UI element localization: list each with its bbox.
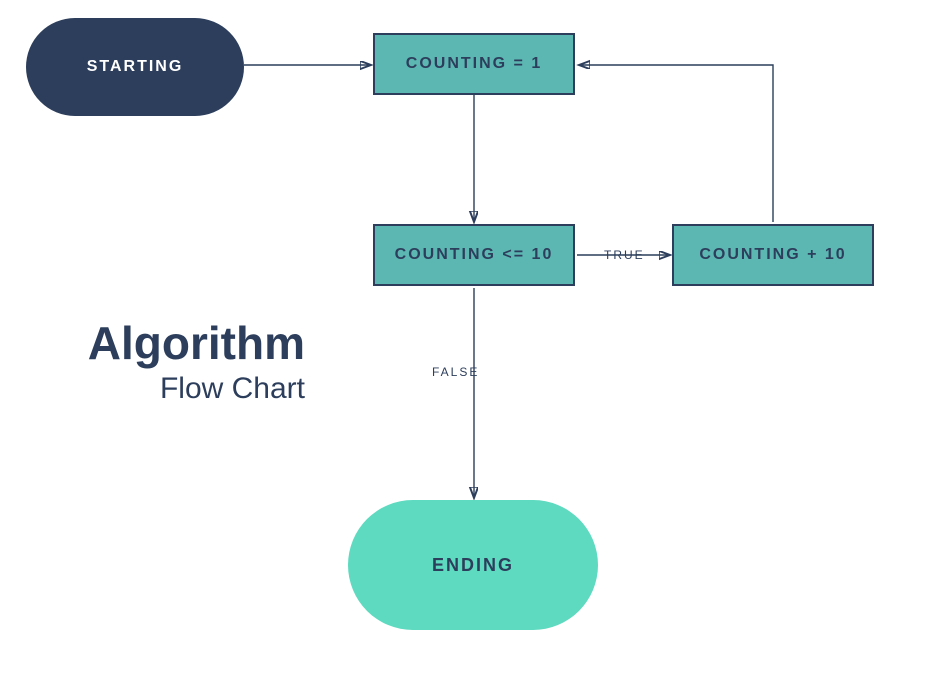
node-counting-init-label: COUNTING = 1 <box>406 55 542 73</box>
node-starting-label: STARTING <box>87 58 184 76</box>
node-counting-condition: COUNTING <= 10 <box>373 224 575 286</box>
node-counting-increment: COUNTING + 10 <box>672 224 874 286</box>
edge-label-false: FALSE <box>432 365 479 379</box>
node-counting-init: COUNTING = 1 <box>373 33 575 95</box>
title-block: Algorithm Flow Chart <box>50 320 305 406</box>
node-counting-condition-label: COUNTING <= 10 <box>395 246 554 264</box>
edge-label-true: TRUE <box>604 248 645 262</box>
node-counting-increment-label: COUNTING + 10 <box>699 246 846 264</box>
title-main: Algorithm <box>50 320 305 366</box>
node-starting: STARTING <box>26 18 244 116</box>
title-sub: Flow Chart <box>50 372 305 406</box>
node-ending-label: ENDING <box>432 555 514 576</box>
node-ending: ENDING <box>348 500 598 630</box>
